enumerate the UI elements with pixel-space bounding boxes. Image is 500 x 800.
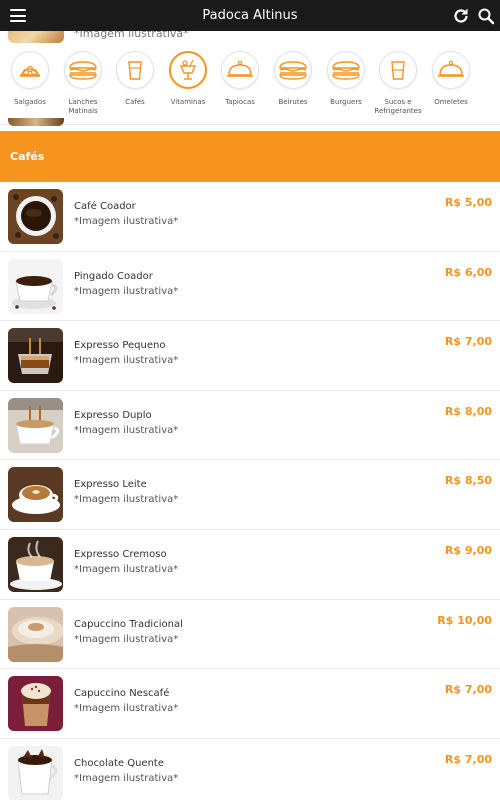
item-note: *Imagem ilustrativa* — [74, 703, 179, 715]
cloche-icon — [221, 51, 259, 89]
list-item[interactable]: Pingado Coador *Imagem ilustrativa* R$ 6… — [0, 252, 500, 322]
item-name: Expresso Duplo — [74, 409, 152, 421]
list-item[interactable]: Expresso Duplo *Imagem ilustrativa* R$ 8… — [0, 391, 500, 461]
item-price: R$ 7,00 — [444, 683, 492, 697]
section-header: Cafés — [0, 131, 500, 182]
list-item[interactable]: Capuccino Nescafé *Imagem ilustrativa* R… — [0, 669, 500, 739]
search-icon[interactable] — [476, 6, 496, 26]
smoothie-icon — [169, 51, 207, 89]
item-price: R$ 8,00 — [444, 404, 492, 418]
item-thumbnail — [8, 397, 63, 453]
item-note: *Imagem ilustrativa* — [74, 772, 179, 784]
salgados-icon — [11, 51, 49, 89]
app-toolbar: Padoca Altinus — [0, 0, 500, 31]
category-sucos-e-refrigerantes[interactable]: Sucos e Refrigerantes — [368, 51, 428, 116]
category-lanches-matinais[interactable]: Lanches Matinais — [53, 51, 113, 116]
item-thumbnail — [8, 536, 63, 592]
app-title: Padoca Altinus — [202, 8, 298, 23]
category-carousel[interactable]: Salgados Lanches Matinais Cafés Vitamina… — [0, 43, 500, 125]
item-thumbnail — [8, 745, 63, 800]
list-item[interactable]: Capuccino Tradicional *Imagem ilustrativ… — [0, 600, 500, 670]
sandwich-icon — [274, 51, 312, 89]
category-tapiocas[interactable]: Tapiocas — [210, 51, 270, 107]
previous-item-peek: *Imagem ilustrativa* — [0, 31, 500, 43]
item-thumbnail — [8, 31, 64, 43]
category-omeletes[interactable]: Omeletes — [421, 51, 481, 107]
item-price: R$ 7,00 — [444, 335, 492, 349]
item-note: *Imagem ilustrativa* — [74, 216, 179, 227]
item-price: R$ 9,00 — [444, 543, 492, 557]
item-price: R$ 8,50 — [444, 474, 492, 488]
item-note: *Imagem ilustrativa* — [74, 355, 179, 367]
item-note: *Imagem ilustrativa* — [74, 494, 179, 506]
category-salgados[interactable]: Salgados — [0, 51, 60, 107]
item-name: Pingado Coador — [74, 270, 153, 282]
list-item[interactable]: Café Coador *Imagem ilustrativa* R$ 5,00 — [0, 182, 500, 252]
category-vitaminas[interactable]: Vitaminas — [158, 51, 218, 107]
cup-icon — [116, 51, 154, 89]
cloche-icon — [432, 51, 470, 89]
sandwich-icon — [327, 51, 365, 89]
item-note: *Imagem ilustrativa* — [74, 31, 189, 40]
category-beirutes[interactable]: Beirutes — [263, 51, 323, 107]
item-note: *Imagem ilustrativa* — [74, 285, 179, 297]
item-thumbnail — [8, 676, 63, 732]
item-thumbnail — [8, 258, 63, 314]
section-title: Cafés — [10, 150, 45, 163]
list-item[interactable]: Expresso Pequeno *Imagem ilustrativa* R$… — [0, 321, 500, 391]
item-name: Capuccino Nescafé — [74, 688, 170, 700]
item-name: Expresso Leite — [74, 479, 147, 491]
item-name: Capuccino Tradicional — [74, 618, 183, 630]
item-thumbnail — [8, 328, 63, 384]
list-item[interactable]: Chocolate Quente *Imagem ilustrativa* R$… — [0, 739, 500, 800]
menu-item-list: Café Coador *Imagem ilustrativa* R$ 5,00… — [0, 182, 500, 800]
refresh-icon[interactable] — [451, 6, 471, 26]
item-price: R$ 10,00 — [437, 613, 492, 627]
item-thumbnail — [8, 467, 63, 523]
sandwich-icon — [64, 51, 102, 89]
item-price: R$ 7,00 — [444, 752, 492, 766]
item-name: Café Coador — [74, 201, 136, 212]
item-price: R$ 6,00 — [444, 265, 492, 279]
item-name: Expresso Pequeno — [74, 340, 166, 352]
list-item[interactable]: Expresso Leite *Imagem ilustrativa* R$ 8… — [0, 460, 500, 530]
item-price: R$ 5,00 — [444, 196, 492, 209]
item-thumbnail — [8, 189, 63, 244]
previous-item-peek-bottom — [0, 118, 80, 126]
item-note: *Imagem ilustrativa* — [74, 563, 179, 575]
juice-cup-icon — [379, 51, 417, 89]
item-note: *Imagem ilustrativa* — [74, 424, 179, 436]
category-burguers[interactable]: Burguers — [316, 51, 376, 107]
item-thumbnail — [8, 606, 63, 662]
item-note: *Imagem ilustrativa* — [74, 633, 179, 645]
item-name: Expresso Cremoso — [74, 548, 167, 560]
item-name: Chocolate Quente — [74, 757, 164, 769]
list-item[interactable]: Expresso Cremoso *Imagem ilustrativa* R$… — [0, 530, 500, 600]
category-cafes[interactable]: Cafés — [105, 51, 165, 107]
